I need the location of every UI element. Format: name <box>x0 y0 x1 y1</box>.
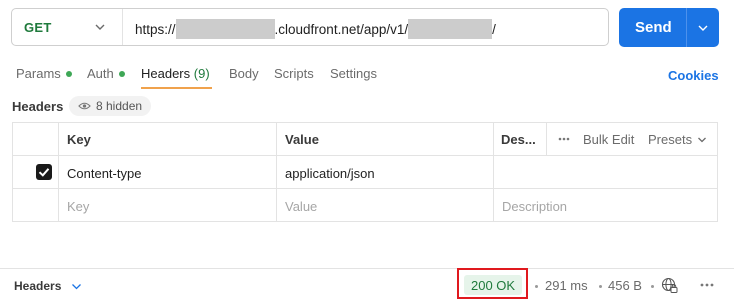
column-divider <box>58 122 59 222</box>
chevron-down-icon <box>698 137 706 143</box>
separator-dot <box>651 285 654 288</box>
tab-label: Body <box>229 66 259 81</box>
status-dot <box>65 71 72 77</box>
redacted-segment <box>408 19 493 39</box>
method-separator <box>122 9 123 45</box>
column-header-key: Key <box>67 132 91 147</box>
status-dot <box>118 71 125 77</box>
tab-scripts[interactable]: Scripts <box>274 66 314 81</box>
tab-label: Auth <box>87 66 114 81</box>
bulk-edit-button[interactable]: Bulk Edit <box>583 132 634 147</box>
tab-label: Headers <box>141 66 191 81</box>
section-title: Headers <box>12 99 64 114</box>
header-value-cell[interactable]: application/json <box>285 166 375 181</box>
method-label: GET <box>24 20 52 35</box>
status-badge[interactable]: 200 OK <box>464 275 523 295</box>
chevron-down-icon[interactable] <box>71 281 82 292</box>
tab-params[interactable]: Params <box>16 66 72 81</box>
footer-divider <box>0 268 734 269</box>
column-divider <box>493 122 494 222</box>
row-divider <box>12 155 718 156</box>
row-enabled-checkbox[interactable] <box>36 164 52 180</box>
presets-dropdown[interactable]: Presets <box>648 132 692 147</box>
separator-dot <box>535 285 538 288</box>
more-options-icon[interactable] <box>700 283 714 287</box>
send-button[interactable]: Send <box>619 8 719 47</box>
hidden-count-label: 8 hidden <box>96 99 143 113</box>
url-input[interactable]: https:// .cloudfront.net/app/v1/ / <box>135 19 496 39</box>
tab-count: (9) <box>193 66 210 81</box>
tab-label: Scripts <box>274 66 314 81</box>
url-suffix: / <box>492 22 496 37</box>
column-header-value: Value <box>285 132 319 147</box>
new-description-input[interactable]: Description <box>502 199 567 214</box>
hidden-headers-toggle[interactable]: 8 hidden <box>69 96 152 116</box>
tab-settings[interactable]: Settings <box>330 66 377 81</box>
active-tab-indicator <box>141 87 212 89</box>
tab-label: Params <box>16 66 61 81</box>
tab-body[interactable]: Body <box>229 66 259 81</box>
url-middle: .cloudfront.net/app/v1/ <box>274 22 409 37</box>
chevron-down-icon <box>95 24 105 30</box>
globe-lock-icon[interactable] <box>661 277 678 294</box>
header-key-cell[interactable]: Content-type <box>67 166 141 181</box>
redacted-segment <box>175 19 275 39</box>
eye-icon <box>78 102 91 110</box>
url-prefix: https:// <box>135 22 176 37</box>
response-section-title[interactable]: Headers <box>14 279 61 293</box>
column-divider <box>546 122 547 155</box>
checkmark-icon <box>38 168 50 177</box>
new-key-input[interactable]: Key <box>67 199 89 214</box>
send-label: Send <box>635 19 672 36</box>
column-divider <box>276 122 277 222</box>
send-divider <box>686 8 687 47</box>
tab-headers[interactable]: Headers (9) <box>141 66 210 81</box>
method-select[interactable]: GET <box>12 9 123 45</box>
new-value-input[interactable]: Value <box>285 199 317 214</box>
header-description-cell[interactable] <box>501 166 711 182</box>
response-size[interactable]: 456 B <box>608 278 642 293</box>
separator-dot <box>599 285 602 288</box>
tab-auth[interactable]: Auth <box>87 66 125 81</box>
row-divider <box>12 188 718 189</box>
more-options-icon[interactable] <box>558 137 570 141</box>
cookies-link[interactable]: Cookies <box>668 68 719 83</box>
response-time[interactable]: 291 ms <box>545 278 588 293</box>
chevron-down-icon[interactable] <box>697 22 709 34</box>
column-header-description: Des... <box>501 132 536 147</box>
tab-label: Settings <box>330 66 377 81</box>
